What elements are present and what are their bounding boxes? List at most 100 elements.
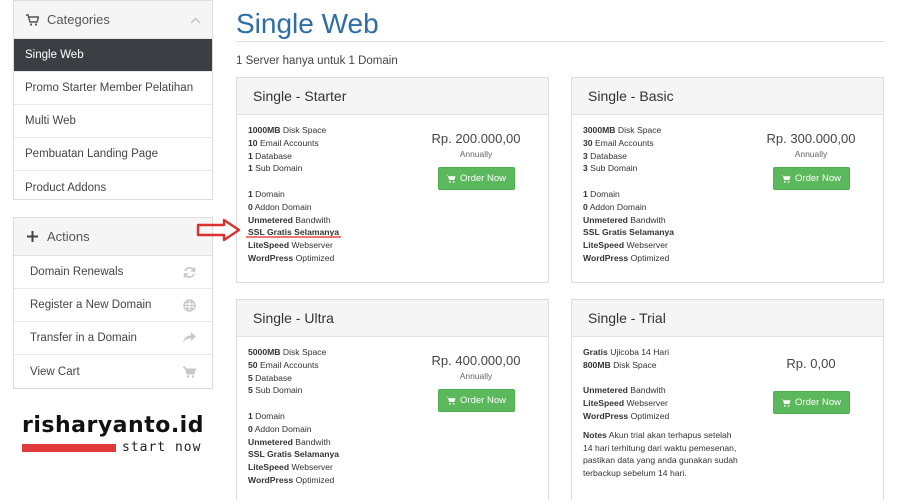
feature-text: Webserver bbox=[624, 398, 668, 409]
order-now-button[interactable]: Order Now bbox=[772, 391, 850, 414]
page-subtitle: 1 Server hanya untuk 1 Domain bbox=[236, 55, 398, 67]
feature-item: Unmetered Bandwith bbox=[248, 436, 537, 449]
categories-heading[interactable]: Categories bbox=[14, 1, 212, 39]
feature-item: 0 Addon Domain bbox=[583, 201, 872, 214]
feature-value: WordPress bbox=[248, 252, 294, 263]
feature-value: LiteSpeed bbox=[583, 398, 625, 409]
sidebar-item-single-web[interactable]: Single Web bbox=[14, 39, 212, 72]
product-body: 1000MB Disk Space 10 Email Accounts 1 Data… bbox=[237, 115, 548, 274]
price-column: Rp. 300.000,00 Annually Order Now bbox=[761, 131, 861, 190]
categories-heading-label: Categories bbox=[47, 12, 110, 27]
feature-text: Optimized bbox=[628, 252, 670, 263]
feature-item: WordPress Optimized bbox=[583, 252, 872, 265]
actions-panel: Actions Domain Renewals Register a New D… bbox=[13, 217, 213, 389]
actions-heading-label: Actions bbox=[47, 229, 90, 244]
feature-text: Sub Domain bbox=[252, 385, 303, 396]
notes-line: 14 hari terhitung dari waktu pemesenan, bbox=[583, 442, 737, 453]
feature-item: LiteSpeed Webserver bbox=[248, 461, 537, 474]
billing-cycle: Annually bbox=[459, 149, 493, 159]
feature-value: Unmetered bbox=[248, 214, 293, 225]
feature-text: Addon Domain bbox=[252, 423, 312, 434]
sidebar: Categories Single Web Promo Starter Memb… bbox=[13, 0, 213, 389]
product-body: 3000MB Disk Space 30 Email Accounts 3 Data… bbox=[572, 115, 883, 274]
feature-item: Unmetered Bandwith bbox=[248, 214, 537, 227]
order-now-label: Order Now bbox=[460, 395, 506, 406]
feature-text: Sub Domain bbox=[252, 163, 303, 174]
sidebar-item-product-addons[interactable]: Product Addons bbox=[14, 171, 212, 204]
brand-logo: risharyanto.id start now bbox=[22, 413, 207, 455]
action-domain-renewals[interactable]: Domain Renewals bbox=[14, 256, 212, 289]
feature-text: Webserver bbox=[289, 240, 333, 251]
feature-text: Email Accounts bbox=[592, 137, 654, 148]
feature-text: Database bbox=[252, 372, 292, 383]
feature-value: LiteSpeed bbox=[248, 240, 290, 251]
feature-text: Email Accounts bbox=[257, 137, 319, 148]
order-now-label: Order Now bbox=[795, 397, 841, 408]
main-content: Single Web 1 Server hanya untuk 1 Domain bbox=[236, 0, 885, 67]
sidebar-item-landing-page[interactable]: Pembuatan Landing Page bbox=[14, 138, 212, 171]
product-name: Single - Trial bbox=[572, 300, 883, 337]
feature-text: Bandwith bbox=[627, 214, 666, 225]
product-name: Single - Starter bbox=[237, 78, 548, 115]
product-price: Rp. 300.000,00 bbox=[766, 131, 856, 146]
feature-item: LiteSpeed Webserver bbox=[583, 239, 872, 252]
chevron-up-icon[interactable] bbox=[190, 12, 201, 27]
sidebar-item-label: Pembuatan Landing Page bbox=[25, 148, 158, 160]
feature-item: SSL Gratis Selamanya bbox=[583, 226, 872, 239]
feature-text: Webserver bbox=[624, 240, 668, 251]
billing-cycle: Annually bbox=[459, 371, 493, 381]
order-now-button[interactable]: Order Now bbox=[437, 389, 515, 412]
page-title: Single Web bbox=[236, 8, 379, 39]
feature-text: Addon Domain bbox=[252, 201, 312, 212]
brand-tagline: start now bbox=[122, 440, 202, 455]
notes-label: Notes bbox=[583, 429, 607, 440]
action-register-domain[interactable]: Register a New Domain bbox=[14, 289, 212, 322]
cart-icon bbox=[781, 174, 791, 183]
order-now-label: Order Now bbox=[460, 173, 506, 184]
sidebar-item-label: Product Addons bbox=[25, 181, 107, 194]
sidebar-item-label: Single Web bbox=[25, 49, 84, 61]
action-view-cart[interactable]: View Cart bbox=[14, 355, 212, 388]
notes-line: pastikan data yang anda gunakan sudah bbox=[583, 455, 738, 466]
sidebar-item-label: Multi Web bbox=[25, 115, 76, 127]
feature-text: Disk Space bbox=[280, 347, 327, 357]
feature-item: 0 Addon Domain bbox=[248, 201, 537, 214]
feature-text: Webserver bbox=[289, 462, 333, 473]
action-transfer-domain[interactable]: Transfer in a Domain bbox=[14, 322, 212, 355]
notes-line: terbackup sebelum 14 hari. bbox=[583, 468, 687, 479]
feature-value: 3000MB bbox=[583, 125, 616, 135]
feature-item: Unmetered Bandwith bbox=[583, 214, 872, 227]
product-body: 5000MB Disk Space 50 Email Accounts 5 Data… bbox=[237, 337, 548, 496]
product-name: Single - Basic bbox=[572, 78, 883, 115]
sidebar-item-promo-starter[interactable]: Promo Starter Member Pelatihan bbox=[14, 72, 212, 105]
feature-text: Sub Domain bbox=[587, 163, 638, 174]
sidebar-item-label: Promo Starter Member Pelatihan bbox=[25, 82, 194, 94]
feature-text: Database bbox=[587, 150, 627, 161]
feature-value: SSL Gratis Selamanya bbox=[248, 449, 340, 460]
cart-icon bbox=[25, 13, 39, 27]
cart-icon bbox=[781, 398, 791, 407]
feature-text: Disk Space bbox=[610, 359, 657, 370]
feature-text: Database bbox=[252, 150, 292, 161]
sidebar-item-multi-web[interactable]: Multi Web bbox=[14, 105, 212, 138]
feature-value: SSL Gratis Selamanya bbox=[583, 227, 675, 238]
notes-line: Akun trial akan terhapus setelah bbox=[606, 429, 732, 440]
feature-value: Unmetered bbox=[583, 385, 628, 396]
feature-text: Email Accounts bbox=[257, 359, 319, 370]
order-now-button[interactable]: Order Now bbox=[437, 167, 515, 190]
cart-icon bbox=[446, 396, 456, 405]
billing-cycle: Annually bbox=[794, 149, 828, 159]
product-notes: Notes Akun trial akan terhapus setelah 1… bbox=[583, 429, 872, 480]
price-column: Rp. 200.000,00 Annually Order Now bbox=[426, 131, 526, 190]
feature-value: WordPress bbox=[248, 474, 294, 485]
product-card-ultra: Single - Ultra 5000MB Disk Space 50 Email… bbox=[236, 299, 549, 500]
actions-heading: Actions bbox=[14, 218, 212, 256]
feature-text: Optimized bbox=[293, 252, 335, 263]
feature-value: 5000MB bbox=[248, 347, 281, 357]
brand-accent-bar bbox=[22, 443, 116, 452]
order-now-label: Order Now bbox=[795, 173, 841, 184]
feature-value: 50 bbox=[248, 359, 258, 370]
order-now-button[interactable]: Order Now bbox=[772, 167, 850, 190]
feature-text: Disk Space bbox=[615, 125, 662, 135]
feature-text: Optimized bbox=[293, 474, 335, 485]
